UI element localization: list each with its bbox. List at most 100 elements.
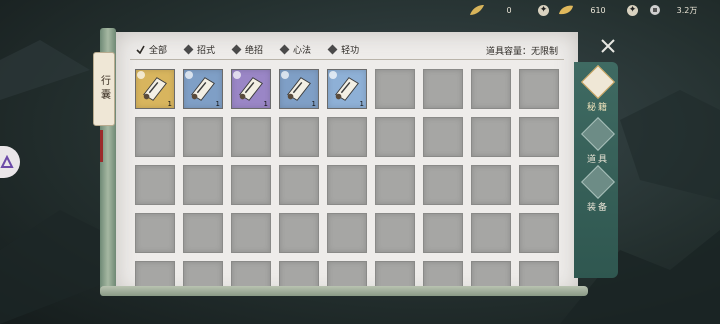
scroll-book-icon [287, 77, 311, 101]
pouch-icon [581, 117, 615, 151]
inventory-slot-empty[interactable] [471, 69, 511, 109]
currency-value: 0 [506, 5, 512, 15]
diamond-icon [231, 44, 242, 54]
inventory-slot-empty[interactable] [183, 117, 223, 157]
filter-mental[interactable]: 心法 [279, 42, 312, 56]
item-quantity: 1 [167, 100, 172, 108]
inventory-slot-empty[interactable] [423, 117, 463, 157]
books-icon [581, 65, 615, 99]
inventory-grid: 1 1 1 1 1 [135, 69, 559, 294]
inventory-slot-empty[interactable] [327, 213, 367, 253]
inventory-slot-empty[interactable] [279, 117, 319, 157]
side-menu-toggle[interactable] [0, 146, 20, 178]
inventory-slot-empty[interactable] [135, 165, 175, 205]
diamond-icon [327, 44, 338, 54]
inventory-slot-empty[interactable] [231, 165, 271, 205]
gold-leaf-icon [468, 3, 486, 17]
item-quantity: 1 [359, 100, 364, 108]
currency-gold-ingot: 610 ✦ [557, 0, 646, 20]
diamond-icon [279, 44, 290, 54]
inventory-slot-empty[interactable] [471, 117, 511, 157]
item-grade-badge [329, 71, 337, 79]
inventory-slot-empty[interactable] [519, 213, 559, 253]
inventory-slot-empty[interactable] [135, 213, 175, 253]
item-grade-badge [233, 71, 241, 79]
inventory-slot-empty[interactable] [423, 213, 463, 253]
inventory-slot-empty[interactable] [375, 165, 415, 205]
filter-moves[interactable]: 招式 [183, 42, 216, 56]
tab-label: 装备 [586, 203, 609, 213]
scroll-book-icon [335, 77, 359, 101]
add-gold-leaf-button[interactable]: ✦ [538, 4, 549, 16]
inventory-slot-empty[interactable] [183, 165, 223, 205]
item-grade-badge [137, 71, 145, 79]
fan-icon [0, 155, 14, 168]
inventory-slot-empty[interactable] [519, 165, 559, 205]
diamond-icon [183, 44, 194, 54]
gold-ingot-icon [557, 3, 575, 17]
inventory-slot-empty[interactable] [519, 69, 559, 109]
close-button[interactable] [598, 36, 618, 56]
inventory-slot-empty[interactable] [183, 213, 223, 253]
inventory-slot-empty[interactable] [423, 69, 463, 109]
inventory-slot-scroll-blue-2[interactable]: 1 [279, 69, 319, 109]
filter-lightness[interactable]: 轻功 [327, 42, 360, 56]
inventory-slot-empty[interactable] [519, 117, 559, 157]
scroll-title: 行囊 [98, 75, 110, 103]
scroll-book-icon [239, 77, 263, 101]
inventory-slot-empty[interactable] [327, 117, 367, 157]
item-grade-badge [185, 71, 193, 79]
filter-ultimate[interactable]: 绝招 [231, 42, 264, 56]
inventory-slot-empty[interactable] [327, 165, 367, 205]
item-grade-badge [281, 71, 289, 79]
inventory-panel: 全部 招式 绝招 心法 轻功 道具容量：无限制 1 1 1 1 1 [116, 32, 578, 294]
tab-equipment[interactable]: 装备 [581, 165, 615, 213]
silver-coin-icon [646, 3, 664, 17]
currency-silver-coin: 3.2万 [646, 0, 710, 20]
scroll-tassel [100, 130, 103, 162]
filter-bar: 全部 招式 绝招 心法 轻功 [136, 42, 376, 56]
armor-icon [581, 165, 615, 199]
filter-label: 招式 [197, 45, 216, 56]
inventory-slot-empty[interactable] [471, 165, 511, 205]
check-icon [136, 45, 145, 54]
inventory-slot-empty[interactable] [471, 213, 511, 253]
filter-label: 全部 [149, 45, 168, 56]
filter-label: 心法 [293, 45, 312, 56]
inventory-slot-empty[interactable] [135, 117, 175, 157]
item-quantity: 1 [311, 100, 316, 108]
scroll-book-icon [143, 77, 167, 101]
inventory-slot-empty[interactable] [375, 117, 415, 157]
inventory-slot-scroll-blue-3[interactable]: 1 [327, 69, 367, 109]
close-icon [601, 39, 615, 53]
tab-items[interactable]: 道具 [581, 117, 615, 165]
inventory-slot-empty[interactable] [279, 165, 319, 205]
add-gold-ingot-button[interactable]: ✦ [627, 4, 638, 16]
inventory-slot-scroll-purple[interactable]: 1 [231, 69, 271, 109]
tab-label: 秘籍 [586, 103, 609, 113]
divider [130, 59, 564, 60]
filter-label: 绝招 [245, 45, 264, 56]
filter-label: 轻功 [341, 45, 360, 56]
scroll-title-tab: 行囊 [93, 52, 115, 126]
inventory-slot-scroll-blue[interactable]: 1 [183, 69, 223, 109]
inventory-slot-empty[interactable] [231, 213, 271, 253]
inventory-slot-empty[interactable] [231, 117, 271, 157]
tab-label: 道具 [586, 155, 609, 165]
inventory-slot-empty[interactable] [279, 213, 319, 253]
filter-all[interactable]: 全部 [136, 42, 167, 56]
item-quantity: 1 [215, 100, 220, 108]
scroll-bottom-roll [100, 286, 588, 296]
currency-value: 610 [590, 5, 606, 15]
item-quantity: 1 [263, 100, 268, 108]
capacity-label: 道具容量：无限制 [485, 47, 558, 57]
inventory-slot-scroll-yellow[interactable]: 1 [135, 69, 175, 109]
tab-secret-manuals[interactable]: 秘籍 [581, 65, 615, 113]
inventory-slot-empty[interactable] [375, 213, 415, 253]
currency-gold-leaf: 0 ✦ [468, 0, 557, 20]
inventory-slot-empty[interactable] [375, 69, 415, 109]
inventory-slot-empty[interactable] [423, 165, 463, 205]
currency-value: 3.2万 [676, 5, 698, 15]
scroll-book-icon [191, 77, 215, 101]
currency-bar: 0 ✦ 610 ✦ 3.2万 [468, 0, 720, 20]
